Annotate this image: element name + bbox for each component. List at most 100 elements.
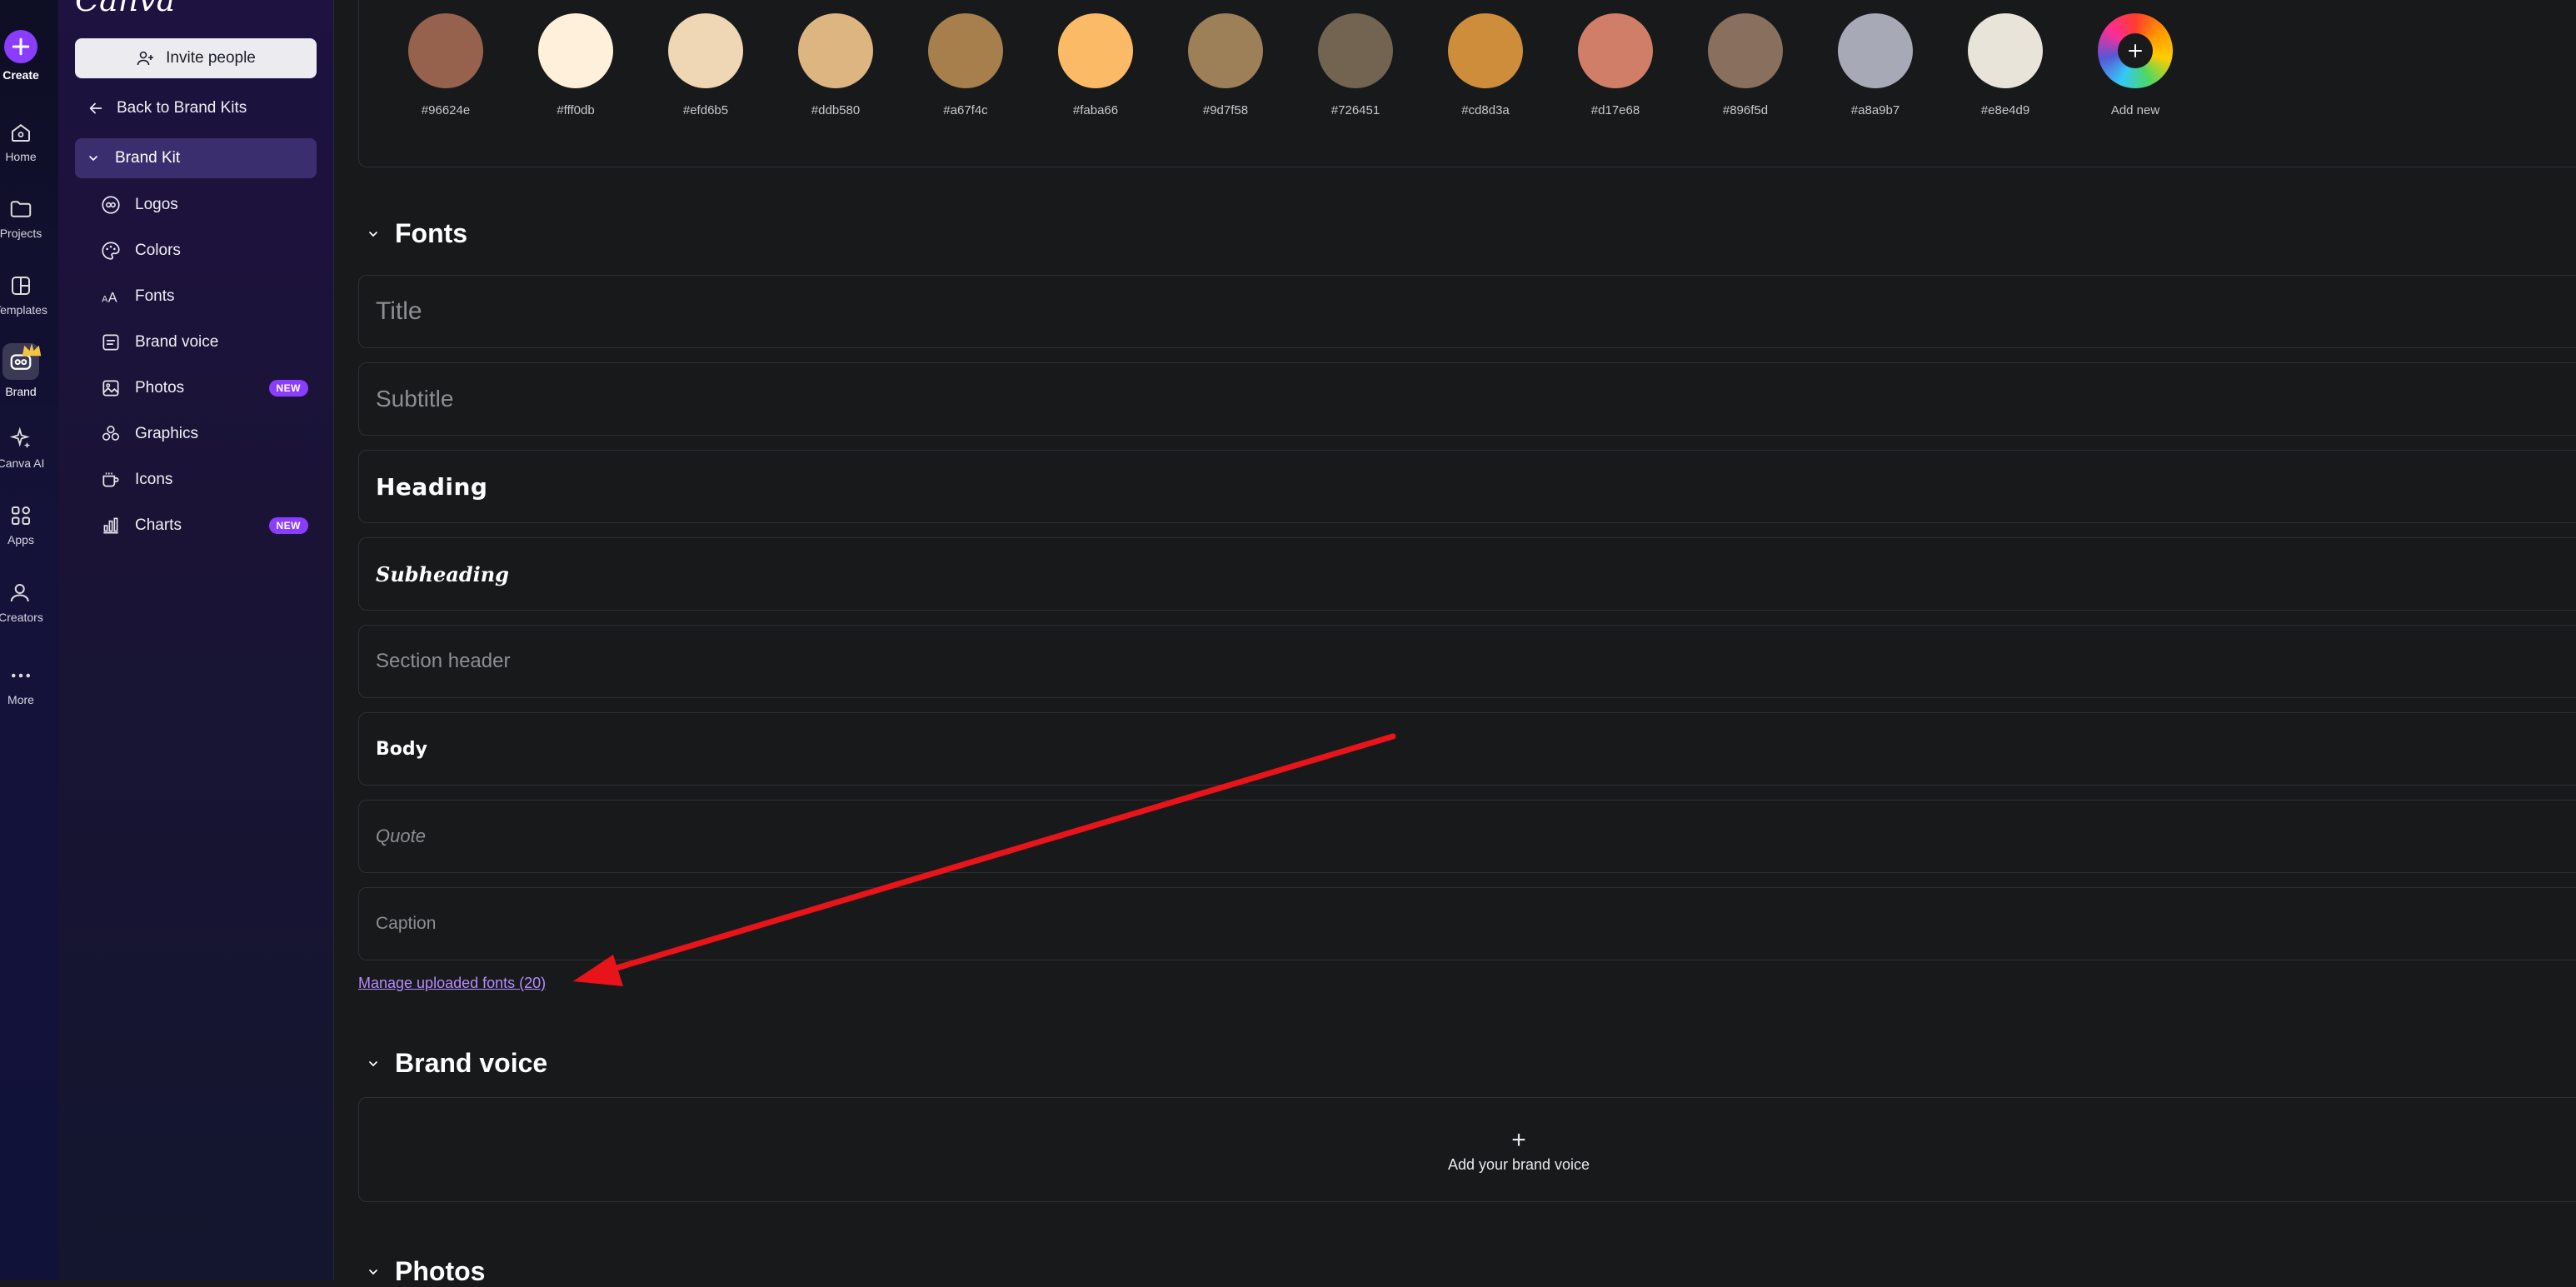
- rail-canva-ai[interactable]: Canva AI: [0, 427, 44, 470]
- font-row-section-header[interactable]: Section header: [358, 625, 2576, 698]
- rail-home[interactable]: Home: [0, 120, 42, 163]
- color-hex: #cd8d3a: [1461, 103, 1510, 117]
- more-icon: [12, 673, 30, 678]
- brand-voice-section-header[interactable]: Brand voice: [367, 1048, 547, 1079]
- invite-people-button[interactable]: Invite people: [75, 38, 317, 78]
- rail-projects[interactable]: Projects: [0, 197, 42, 240]
- sidebar-item-icons[interactable]: Icons: [100, 463, 317, 496]
- color-dot[interactable]: [1578, 13, 1653, 88]
- color-swatch[interactable]: #a67f4c: [927, 13, 1004, 117]
- sidebar-item-label: Logos: [135, 196, 178, 213]
- font-label-caption: Caption: [376, 914, 437, 933]
- folder-icon: [10, 201, 32, 217]
- graphics-icon: [102, 425, 120, 441]
- font-label-body: Body: [376, 738, 427, 760]
- sidebar-item-label: Graphics: [135, 425, 199, 442]
- color-dot[interactable]: [1838, 13, 1913, 88]
- canva-logo[interactable]: Canva: [75, 0, 175, 18]
- color-swatch[interactable]: #cd8d3a: [1447, 13, 1524, 117]
- sidebar-item-brand-voice[interactable]: Brand voice: [100, 326, 317, 359]
- fonts-heading: Fonts: [395, 218, 468, 248]
- sidebar-item-logos[interactable]: Logos: [100, 188, 317, 222]
- font-row-body[interactable]: Body: [358, 712, 2576, 786]
- create-plus-icon[interactable]: [4, 30, 37, 63]
- rail-label-apps: Apps: [7, 533, 34, 546]
- brand-voice-heading: Brand voice: [395, 1048, 548, 1078]
- add-brand-voice-button[interactable]: + Add your brand voice: [1394, 1128, 1644, 1174]
- color-swatch[interactable]: #a8a9b7: [1837, 13, 1914, 117]
- sidebar-item-label: Photos: [135, 379, 185, 397]
- color-swatch[interactable]: #fff0db: [537, 13, 614, 117]
- sparkle-icon: [9, 427, 31, 449]
- color-wheel-icon[interactable]: [2098, 13, 2173, 88]
- photos-section-header[interactable]: Photos: [367, 1256, 485, 1287]
- sidebar-item-graphics[interactable]: Graphics: [100, 417, 317, 451]
- color-swatch[interactable]: #d17e68: [1577, 13, 1654, 117]
- color-swatch[interactable]: #ddb580: [797, 13, 874, 117]
- new-badge: NEW: [268, 517, 308, 534]
- color-swatch[interactable]: #e8e4d9: [1967, 13, 2044, 117]
- brand-kit-row[interactable]: Brand Kit: [75, 138, 317, 178]
- color-hex: #ddb580: [811, 103, 861, 117]
- rail-brand[interactable]: Brand: [0, 343, 42, 398]
- color-hex: #a67f4c: [943, 103, 988, 117]
- color-dot[interactable]: [538, 13, 613, 88]
- font-row-quote[interactable]: Quote: [358, 800, 2576, 873]
- color-hex: #faba66: [1072, 103, 1119, 117]
- color-dot[interactable]: [798, 13, 873, 88]
- add-new-color-button[interactable]: Add new: [2097, 13, 2174, 117]
- color-hex: #d17e68: [1590, 103, 1640, 117]
- rail-creators[interactable]: Creators: [0, 581, 43, 624]
- chart-icon: [103, 517, 118, 534]
- rail-label-projects: Projects: [0, 227, 42, 240]
- font-row-subtitle[interactable]: Subtitle: [358, 362, 2576, 436]
- manage-uploaded-fonts-link[interactable]: Manage uploaded fonts (20): [358, 975, 546, 992]
- rail-more[interactable]: More: [0, 663, 42, 706]
- chevron-down-icon: [369, 1060, 377, 1066]
- sidebar-item-label: Icons: [135, 471, 173, 488]
- color-dot[interactable]: [1708, 13, 1783, 88]
- rail-create[interactable]: Create: [0, 30, 42, 82]
- chevron-down-icon: [369, 231, 377, 237]
- rail-templates[interactable]: Templates: [0, 273, 47, 317]
- rail-apps[interactable]: Apps: [0, 503, 42, 546]
- sidebar-item-colors[interactable]: Colors: [100, 234, 317, 267]
- sidebar-item-photos[interactable]: Photos NEW: [100, 372, 317, 405]
- font-row-subheading[interactable]: Subheading: [358, 537, 2576, 611]
- back-to-brand-kits-link[interactable]: Back to Brand Kits: [75, 93, 247, 123]
- chevron-down-icon: [89, 156, 97, 162]
- sidebar-item-charts[interactable]: Charts NEW: [100, 509, 317, 542]
- color-dot[interactable]: [928, 13, 1003, 88]
- color-swatch[interactable]: #896f5d: [1707, 13, 1784, 117]
- color-dot[interactable]: [668, 13, 743, 88]
- color-swatch[interactable]: #96624e: [407, 13, 484, 117]
- fonts-section-header[interactable]: Fonts: [367, 218, 467, 249]
- color-swatch[interactable]: #9d7f58: [1187, 13, 1264, 117]
- add-brand-voice-card[interactable]: + Add your brand voice: [358, 1097, 2576, 1202]
- font-label-section-header: Section header: [376, 650, 511, 672]
- sidebar-item-label: Charts: [135, 516, 182, 534]
- color-dot[interactable]: [408, 13, 483, 88]
- palette-icon: [102, 242, 120, 260]
- color-dot[interactable]: [1318, 13, 1393, 88]
- font-row-title[interactable]: Title: [358, 275, 2576, 348]
- font-label-title: Title: [376, 297, 422, 325]
- font-row-caption[interactable]: Caption: [358, 887, 2576, 960]
- font-row-heading[interactable]: Heading: [358, 450, 2576, 523]
- font-label-subheading: Subheading: [376, 561, 509, 586]
- color-dot[interactable]: [1968, 13, 2043, 88]
- color-dot[interactable]: [1058, 13, 1133, 88]
- brand-kit-sidebar: Canva Invite people Back to Brand Kits B…: [58, 0, 334, 1280]
- home-icon: [12, 124, 30, 142]
- photo-icon: [102, 380, 119, 397]
- color-dot[interactable]: [1448, 13, 1523, 88]
- sidebar-item-label: Fonts: [135, 287, 175, 305]
- sidebar-item-label: Brand voice: [135, 333, 219, 351]
- color-swatch[interactable]: #efd6b5: [667, 13, 744, 117]
- color-swatch[interactable]: #faba66: [1057, 13, 1134, 117]
- color-dot[interactable]: [1188, 13, 1263, 88]
- sidebar-item-fonts[interactable]: AA Fonts: [100, 280, 317, 313]
- color-hex: #efd6b5: [682, 103, 729, 117]
- apps-icon: [12, 506, 30, 525]
- color-swatch[interactable]: #726451: [1317, 13, 1394, 117]
